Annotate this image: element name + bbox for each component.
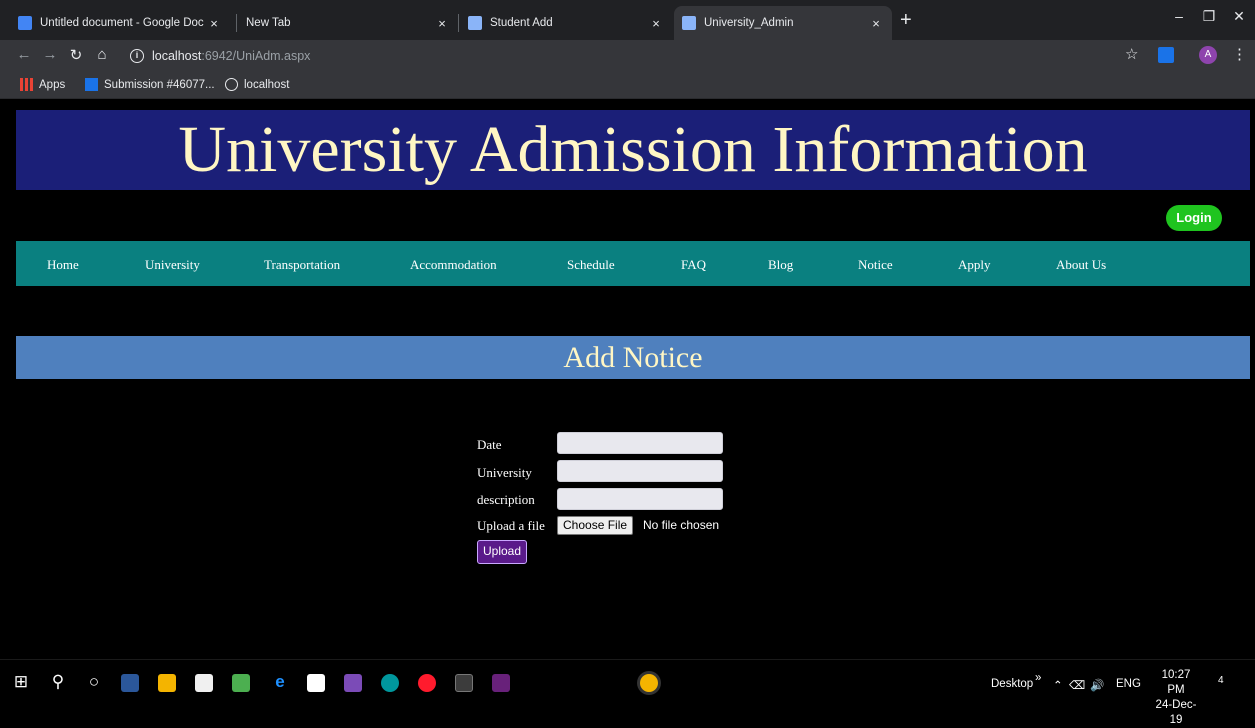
tab-title: New Tab [246, 17, 291, 29]
description-label: description [477, 492, 535, 507]
date-text: 24-Dec-19 [1155, 699, 1197, 726]
notification-count: 4 [1218, 675, 1224, 686]
tab-separator [236, 14, 237, 32]
nav-accommodation[interactable]: Accommodation [410, 257, 497, 273]
file-status: No file chosen [643, 518, 720, 532]
section-header: Add Notice [16, 336, 1250, 379]
reload-icon[interactable]: ↻ [66, 46, 86, 64]
nav-transportation[interactable]: Transportation [264, 257, 340, 273]
tab-university-admin[interactable]: University_Admin × [674, 6, 892, 40]
nav-notice[interactable]: Notice [858, 257, 893, 273]
site-banner: University Admission Information [16, 110, 1250, 190]
close-icon[interactable]: × [434, 16, 450, 31]
volume-icon[interactable]: 🔊 [1090, 678, 1104, 692]
info-icon[interactable]: i [130, 49, 144, 63]
login-button[interactable]: Login [1166, 205, 1222, 231]
edge-icon[interactable]: e [270, 672, 290, 692]
restore-icon[interactable]: ❐ [1194, 8, 1224, 25]
bookmark-label: Apps [39, 78, 66, 91]
store-icon[interactable] [195, 674, 213, 692]
nav-schedule[interactable]: Schedule [567, 257, 615, 273]
terminal-icon[interactable] [455, 674, 473, 692]
choose-file-button[interactable]: Choose File [557, 516, 634, 535]
minimize-icon[interactable]: – [1164, 8, 1194, 24]
chrome-icon[interactable] [640, 674, 658, 692]
tab-google-docs[interactable]: Untitled document - Google Doc × [10, 6, 230, 40]
home-icon[interactable]: ⌂ [92, 46, 112, 63]
bookmark-star-icon[interactable]: ☆ [1125, 45, 1138, 63]
page-icon [682, 16, 696, 30]
desktop-toolbar-label[interactable]: Desktop [991, 678, 1033, 690]
search-icon[interactable]: ⚲ [48, 672, 68, 692]
date-input[interactable] [557, 432, 723, 454]
page-icon [468, 16, 482, 30]
nav-apply[interactable]: Apply [958, 257, 991, 273]
university-input[interactable] [557, 460, 723, 482]
tab-title: University_Admin [704, 17, 794, 29]
apps-grid-icon [20, 78, 33, 91]
cortana-icon[interactable]: ○ [84, 672, 104, 692]
nav-home[interactable]: Home [47, 257, 79, 273]
bookmark-apps[interactable]: Apps [20, 78, 65, 91]
language-indicator[interactable]: ENG [1116, 678, 1141, 690]
url-path: :6942/UniAdm.aspx [201, 49, 311, 63]
bookmark-localhost[interactable]: localhost [225, 78, 289, 91]
profile-avatar[interactable]: A [1199, 46, 1217, 64]
notification-center-icon[interactable]: 4 [1218, 674, 1224, 686]
tab-student-add[interactable]: Student Add × [460, 6, 672, 40]
nav-faq[interactable]: FAQ [681, 257, 706, 273]
menu-icon[interactable]: ⋮ [1232, 45, 1247, 63]
tab-separator [458, 14, 459, 32]
bookmark-label: Submission #46077... [104, 78, 215, 91]
site-title: University Admission Information [178, 113, 1088, 186]
taskbar [0, 659, 1255, 708]
file-explorer-icon[interactable] [158, 674, 176, 692]
new-tab-button[interactable]: + [900, 10, 912, 30]
docs-icon [18, 16, 32, 30]
close-icon[interactable]: × [206, 16, 222, 31]
windows-start-icon[interactable]: ⊞ [11, 672, 31, 692]
network-icon[interactable]: ⌫ [1069, 678, 1085, 692]
close-window-icon[interactable]: ✕ [1224, 8, 1254, 25]
tab-new-tab[interactable]: New Tab × [238, 6, 458, 40]
upload-label: Upload a file [477, 518, 545, 533]
arduino-icon[interactable] [381, 674, 399, 692]
nav-about-us[interactable]: About Us [1056, 257, 1106, 273]
tab-title: Untitled document - Google Doc [40, 17, 204, 29]
university-label: University [477, 465, 532, 480]
upload-button[interactable]: Upload [477, 540, 527, 564]
url-host: localhost [152, 49, 202, 63]
bookmark-submission[interactable]: Submission #46077... [85, 78, 215, 91]
word-icon[interactable] [121, 674, 139, 692]
forward-icon[interactable]: → [40, 46, 60, 63]
visual-studio-icon[interactable] [492, 674, 510, 692]
visual-studio-code-icon[interactable] [344, 674, 362, 692]
chart-icon [85, 78, 98, 91]
close-icon[interactable]: × [868, 16, 884, 31]
tab-title: Student Add [490, 17, 553, 29]
description-input[interactable] [557, 488, 723, 510]
globe-icon [225, 78, 238, 91]
time-text: 10:27 PM [1161, 669, 1191, 696]
chevron-icon[interactable]: » [1035, 672, 1041, 684]
bookmark-label: localhost [244, 78, 290, 91]
mail-icon[interactable] [307, 674, 325, 692]
extension-icon[interactable] [1158, 47, 1174, 63]
photos-icon[interactable] [232, 674, 250, 692]
section-title: Add Notice [563, 340, 703, 374]
nav-blog[interactable]: Blog [768, 257, 793, 273]
date-label: Date [477, 437, 502, 452]
nav-university[interactable]: University [145, 257, 200, 273]
opera-icon[interactable] [418, 674, 436, 692]
close-icon[interactable]: × [648, 16, 664, 31]
clock[interactable]: 10:27 PM 24-Dec-19 [1152, 668, 1200, 728]
caret-up-icon[interactable]: ⌃ [1053, 678, 1063, 692]
back-icon[interactable]: ← [14, 46, 34, 63]
address-bar[interactable]: i localhost :6942/UniAdm.aspx [130, 45, 1090, 67]
